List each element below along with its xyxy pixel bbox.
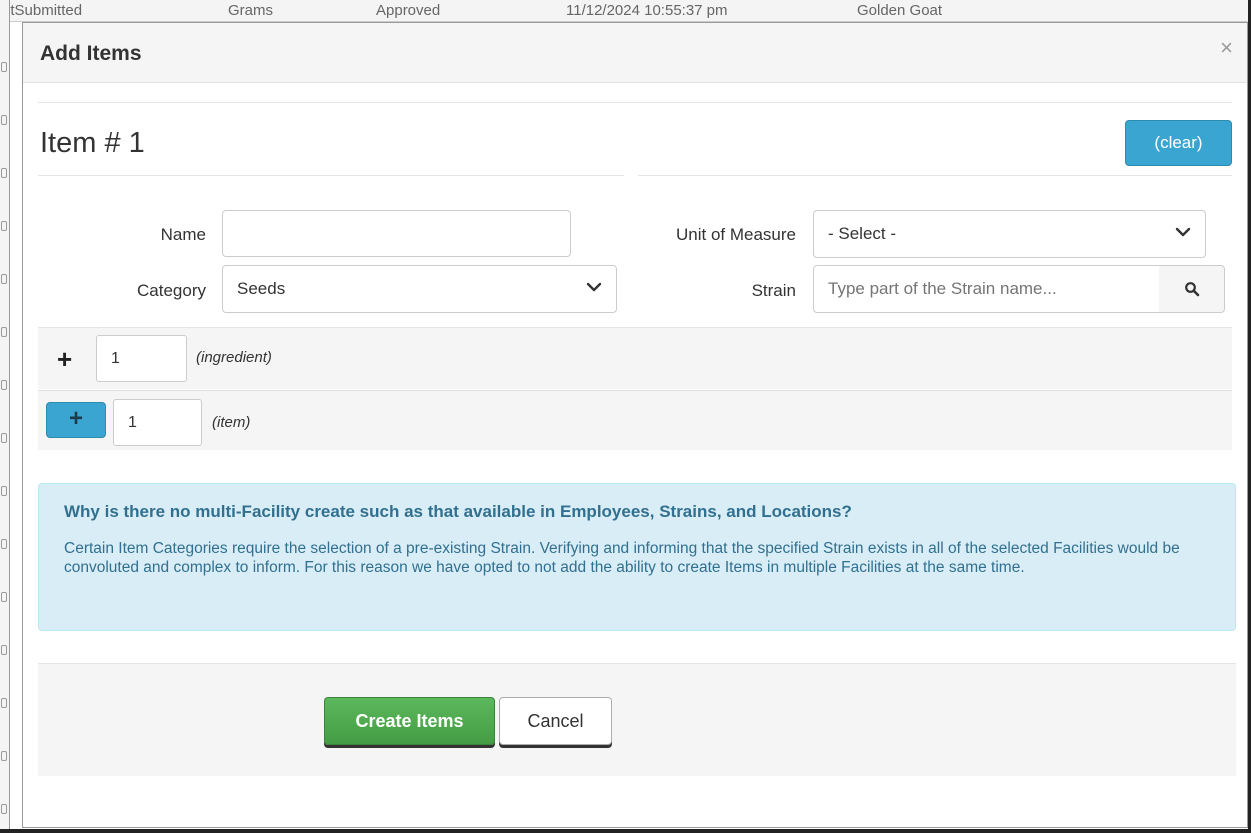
unit-of-measure-label: Unit of Measure: [676, 225, 796, 244]
strain-search-input[interactable]: [813, 265, 1160, 313]
unit-of-measure-select[interactable]: - Select -: [813, 210, 1206, 258]
background-cell: Golden Goat: [857, 2, 943, 19]
chevron-down-icon: [586, 282, 602, 292]
name-input[interactable]: [222, 210, 571, 257]
name-label: Name: [160, 225, 206, 244]
modal-footer: [38, 664, 1236, 776]
modal-title: Add Items: [40, 42, 142, 65]
category-select[interactable]: Seeds: [222, 265, 617, 313]
category-label: Category: [137, 281, 206, 300]
background-cell: Approved: [376, 2, 441, 19]
chevron-down-icon: [1175, 227, 1191, 237]
search-icon: [1184, 282, 1199, 297]
add-ingredient-icon[interactable]: +: [57, 344, 72, 375]
divider: [38, 175, 624, 176]
divider: [38, 102, 1232, 103]
ingredient-hint: (ingredient): [196, 349, 272, 366]
unit-of-measure-value: - Select -: [828, 224, 897, 243]
item-count-input[interactable]: 1: [113, 399, 202, 446]
info-body: Certain Item Categories require the sele…: [64, 540, 1180, 576]
background-edge: [0, 829, 1251, 833]
info-title: Why is there no multi-Facility create su…: [64, 502, 852, 521]
background-table-row: otSubmitted Grams Approved 11/12/2024 10…: [0, 0, 1251, 22]
strain-search-button[interactable]: [1159, 265, 1225, 313]
cancel-button[interactable]: Cancel: [499, 697, 612, 745]
clear-button[interactable]: (clear): [1125, 120, 1232, 166]
item-hint: (item): [212, 414, 251, 431]
category-value: Seeds: [237, 279, 286, 298]
strain-label: Strain: [751, 281, 796, 300]
add-item-button[interactable]: +: [46, 402, 106, 438]
background-cell: Grams: [228, 2, 273, 19]
background-cell: otSubmitted: [2, 2, 83, 19]
modal-header: Add Items ×: [23, 23, 1247, 83]
background-cell: 11/12/2024 10:55:37 pm: [566, 2, 728, 19]
item-heading: Item # 1: [40, 127, 145, 159]
ingredient-count-input[interactable]: 1: [96, 335, 187, 382]
info-alert: Why is there no multi-Facility create su…: [38, 483, 1236, 631]
divider: [638, 175, 1232, 176]
close-icon[interactable]: ×: [1220, 35, 1233, 61]
create-items-button[interactable]: Create Items: [324, 697, 495, 745]
background-row-markers: [0, 0, 10, 833]
